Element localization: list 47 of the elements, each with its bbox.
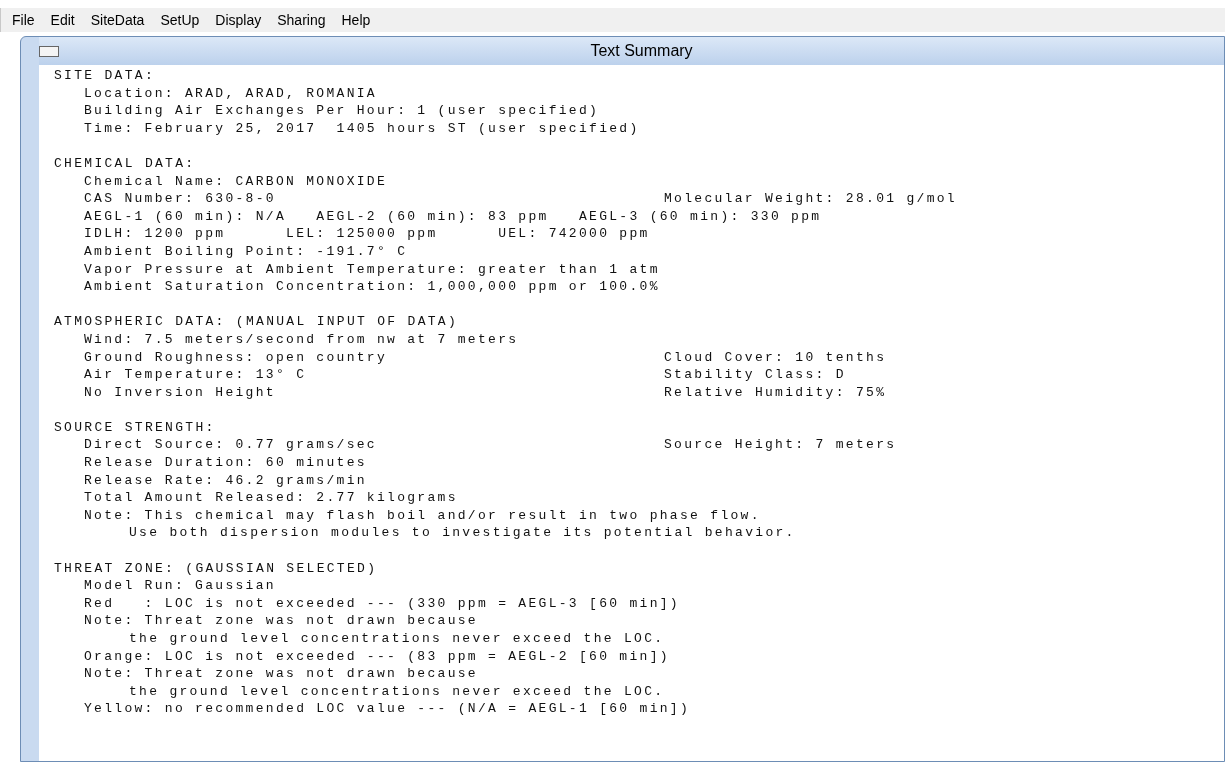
- summary-line: Wind: 7.5 meters/second from nw at 7 meters: [84, 330, 519, 349]
- summary-line: AEGL-1 (60 min): N/A AEGL-2 (60 min): 83 ppm AEGL-3 (60 min): 330 ppm: [84, 207, 822, 226]
- menu-item[interactable]: SetUp: [159, 9, 201, 31]
- summary-line: Source Height: 7 meters: [664, 436, 897, 455]
- summary-line: Note: Threat zone was not drawn because: [84, 612, 478, 630]
- menu-item[interactable]: Edit: [49, 9, 76, 31]
- summary-line: Molecular Weight: 28.01 g/mol: [664, 190, 957, 208]
- menu-item[interactable]: Sharing: [276, 9, 327, 31]
- summary-line: Building Air Exchanges Per Hour: 1 (user specified): [84, 102, 600, 120]
- summary-line: Release Duration: 60 minutes: [84, 454, 367, 472]
- summary-line: Model Run: Gaussian: [84, 577, 276, 595]
- summary-line: Note: Threat zone was not drawn because: [84, 665, 478, 683]
- section-heading: ATMOSPHERIC DATA: (MANUAL INPUT OF DATA): [54, 313, 459, 331]
- summary-line: Vapor Pressure at Ambient Temperature: greater than 1 atm: [84, 260, 660, 279]
- summary-line: Air Temperature: 13° C: [84, 367, 307, 383]
- section-heading: CHEMICAL DATA:: [54, 154, 196, 173]
- summary-line: the ground level concentrations never exceed the LOC.: [129, 630, 665, 648]
- section-heading: SOURCE STRENGTH:: [54, 418, 216, 437]
- summary-line: IDLH: 1200 ppm LEL: 125000 ppm UEL: 742000 ppm: [84, 225, 650, 243]
- summary-line: Use both dispersion modules to investigate its potential behavior.: [129, 524, 796, 543]
- menu-item[interactable]: Display: [214, 9, 263, 31]
- section-heading: THREAT ZONE: (GAUSSIAN SELECTED): [54, 559, 378, 578]
- summary-line: Stability Class: D: [664, 366, 846, 384]
- summary-line: Note: This chemical may flash boil and/or result in two phase flow.: [84, 506, 761, 525]
- summary-line: Red : LOC is not exceeded --- (330 ppm = AEGL-3 [60 min]): [84, 594, 680, 613]
- summary-line: CAS Number: 630-8-0: [84, 191, 276, 207]
- summary-line: No Inversion Height: [84, 384, 276, 400]
- summary-line: Ambient Boiling Point: -191.7° C: [84, 242, 408, 261]
- summary-line: the ground level concentrations never exceed the LOC.: [129, 682, 665, 701]
- menu-item[interactable]: SiteData: [89, 9, 146, 31]
- summary-line: Cloud Cover: 10 tenths: [664, 348, 887, 367]
- summary-line: Direct Source: 0.77 grams/sec: [84, 437, 377, 453]
- summary-line: Ambient Saturation Concentration: 1,000,000 ppm or 100.0%: [84, 278, 660, 296]
- summary-line: Ground Roughness: open country: [84, 349, 388, 365]
- menu-item[interactable]: File: [11, 9, 36, 31]
- summary-line: Time: February 25, 2017 1405 hours ST (user specified): [84, 119, 640, 138]
- summary-line: Release Rate: 46.2 grams/min: [84, 471, 367, 490]
- summary-line: Yellow: no recommended LOC value --- (N/A = AEGL-1 [60 min]): [84, 700, 691, 718]
- summary-line: Orange: LOC is not exceeded --- (83 ppm = AEGL-2 [60 min]): [84, 647, 670, 666]
- section-heading: SITE DATA:: [54, 67, 155, 85]
- summary-line: Relative Humidity: 75%: [664, 383, 887, 402]
- summary-line: Location: ARAD, ARAD, ROMANIA: [84, 84, 377, 103]
- summary-line: Chemical Name: CARBON MONOXIDE: [84, 172, 388, 191]
- text-window-icon: [39, 45, 59, 57]
- window-title: Text Summary: [590, 41, 693, 61]
- menu-item[interactable]: Help: [340, 9, 372, 31]
- summary-line: Total Amount Released: 2.77 kilograms: [84, 489, 458, 507]
